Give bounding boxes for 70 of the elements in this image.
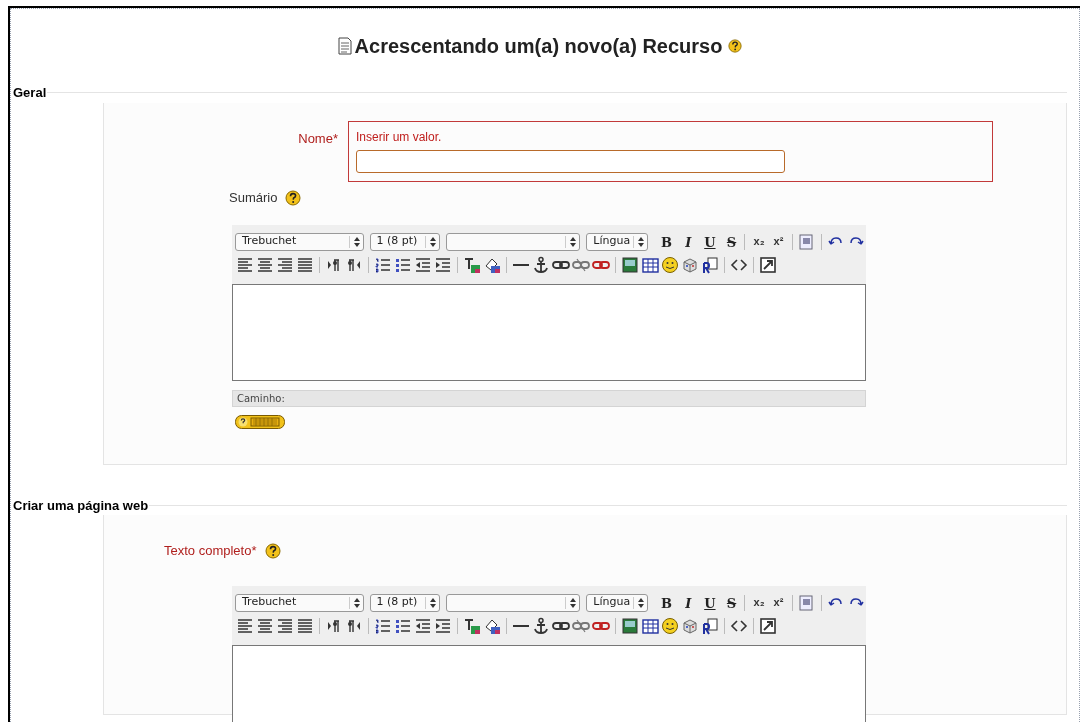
subscript-button[interactable]: x₂	[749, 232, 769, 251]
document-icon	[336, 37, 353, 55]
italic-button[interactable]: I	[679, 593, 698, 612]
error-message: Inserir um valor.	[356, 128, 443, 146]
numbered-list-icon[interactable]	[374, 255, 392, 274]
text-color-icon[interactable]	[463, 616, 481, 635]
section-legend: Geral	[12, 83, 48, 103]
replace-icon[interactable]	[701, 616, 719, 635]
justify-icon[interactable]	[296, 255, 314, 274]
language-select[interactable]: Língua	[586, 593, 648, 612]
dropdown-arrows-icon	[352, 235, 361, 248]
italic-button[interactable]: I	[679, 232, 698, 251]
font-select[interactable]: Trebuchet	[235, 232, 364, 251]
dropdown-arrows-icon	[569, 596, 578, 609]
fullscreen-icon[interactable]	[759, 255, 777, 274]
align-right-icon[interactable]	[276, 255, 294, 274]
help-icon[interactable]	[285, 189, 302, 206]
align-center-icon[interactable]	[256, 616, 274, 635]
table-icon[interactable]	[641, 255, 659, 274]
strikethrough-button[interactable]: S	[722, 232, 741, 251]
replace-icon[interactable]	[701, 255, 719, 274]
strikethrough-button[interactable]: S	[722, 593, 741, 612]
align-left-icon[interactable]	[236, 616, 254, 635]
language-select[interactable]: Língua	[586, 232, 648, 251]
field-label: Sumário	[229, 189, 278, 207]
anchor-icon[interactable]	[532, 255, 550, 274]
smiley-icon[interactable]	[661, 255, 679, 274]
align-center-icon[interactable]	[256, 255, 274, 274]
size-select[interactable]: 1 (8 pt)	[369, 232, 440, 251]
align-right-icon[interactable]	[276, 616, 294, 635]
size-select[interactable]: 1 (8 pt)	[369, 593, 440, 612]
bold-button[interactable]: B	[657, 593, 676, 612]
dropdown-arrows-icon	[636, 235, 645, 248]
superscript-button[interactable]: x²	[768, 593, 789, 612]
text-editor-area[interactable]	[232, 283, 866, 381]
subscript-button[interactable]: x₂	[749, 593, 769, 612]
name-field[interactable]	[356, 150, 785, 173]
fullscreen-icon[interactable]	[759, 616, 777, 635]
superscript-button[interactable]: x²	[768, 232, 789, 251]
dropdown-arrows-icon	[428, 235, 437, 248]
page-title: Acrescentando um(a) novo(a) Recurso	[354, 34, 723, 59]
underline-button[interactable]: U	[701, 593, 719, 612]
bold-button[interactable]: B	[657, 232, 676, 251]
section-legend: Criar uma página web	[12, 495, 150, 515]
indent-icon[interactable]	[434, 255, 452, 274]
field-label: Nome*	[298, 129, 338, 148]
keyboard-help-button[interactable]	[235, 414, 285, 429]
font-select[interactable]: Trebuchet	[235, 593, 364, 612]
text-color-icon[interactable]	[463, 255, 481, 274]
dropdown-arrows-icon	[569, 235, 578, 248]
smiley-icon[interactable]	[661, 616, 679, 635]
indent-icon[interactable]	[434, 616, 452, 635]
dropdown-arrows-icon	[428, 596, 437, 609]
help-icon[interactable]	[264, 542, 281, 559]
path-label: Caminho:	[237, 391, 285, 406]
dropdown-arrows-icon	[636, 596, 645, 609]
image-icon[interactable]	[621, 255, 639, 274]
dropdown-arrows-icon	[352, 596, 361, 609]
help-icon[interactable]	[728, 39, 743, 53]
anchor-icon[interactable]	[532, 616, 550, 635]
field-label: Texto completo*	[164, 542, 257, 560]
keyboard-icon	[235, 414, 285, 429]
underline-button[interactable]: U	[701, 232, 719, 251]
table-icon[interactable]	[641, 616, 659, 635]
numbered-list-icon[interactable]	[374, 616, 392, 635]
image-icon[interactable]	[621, 616, 639, 635]
justify-icon[interactable]	[296, 616, 314, 635]
outdent-icon[interactable]	[414, 255, 432, 274]
outdent-icon[interactable]	[414, 616, 432, 635]
align-left-icon[interactable]	[236, 255, 254, 274]
